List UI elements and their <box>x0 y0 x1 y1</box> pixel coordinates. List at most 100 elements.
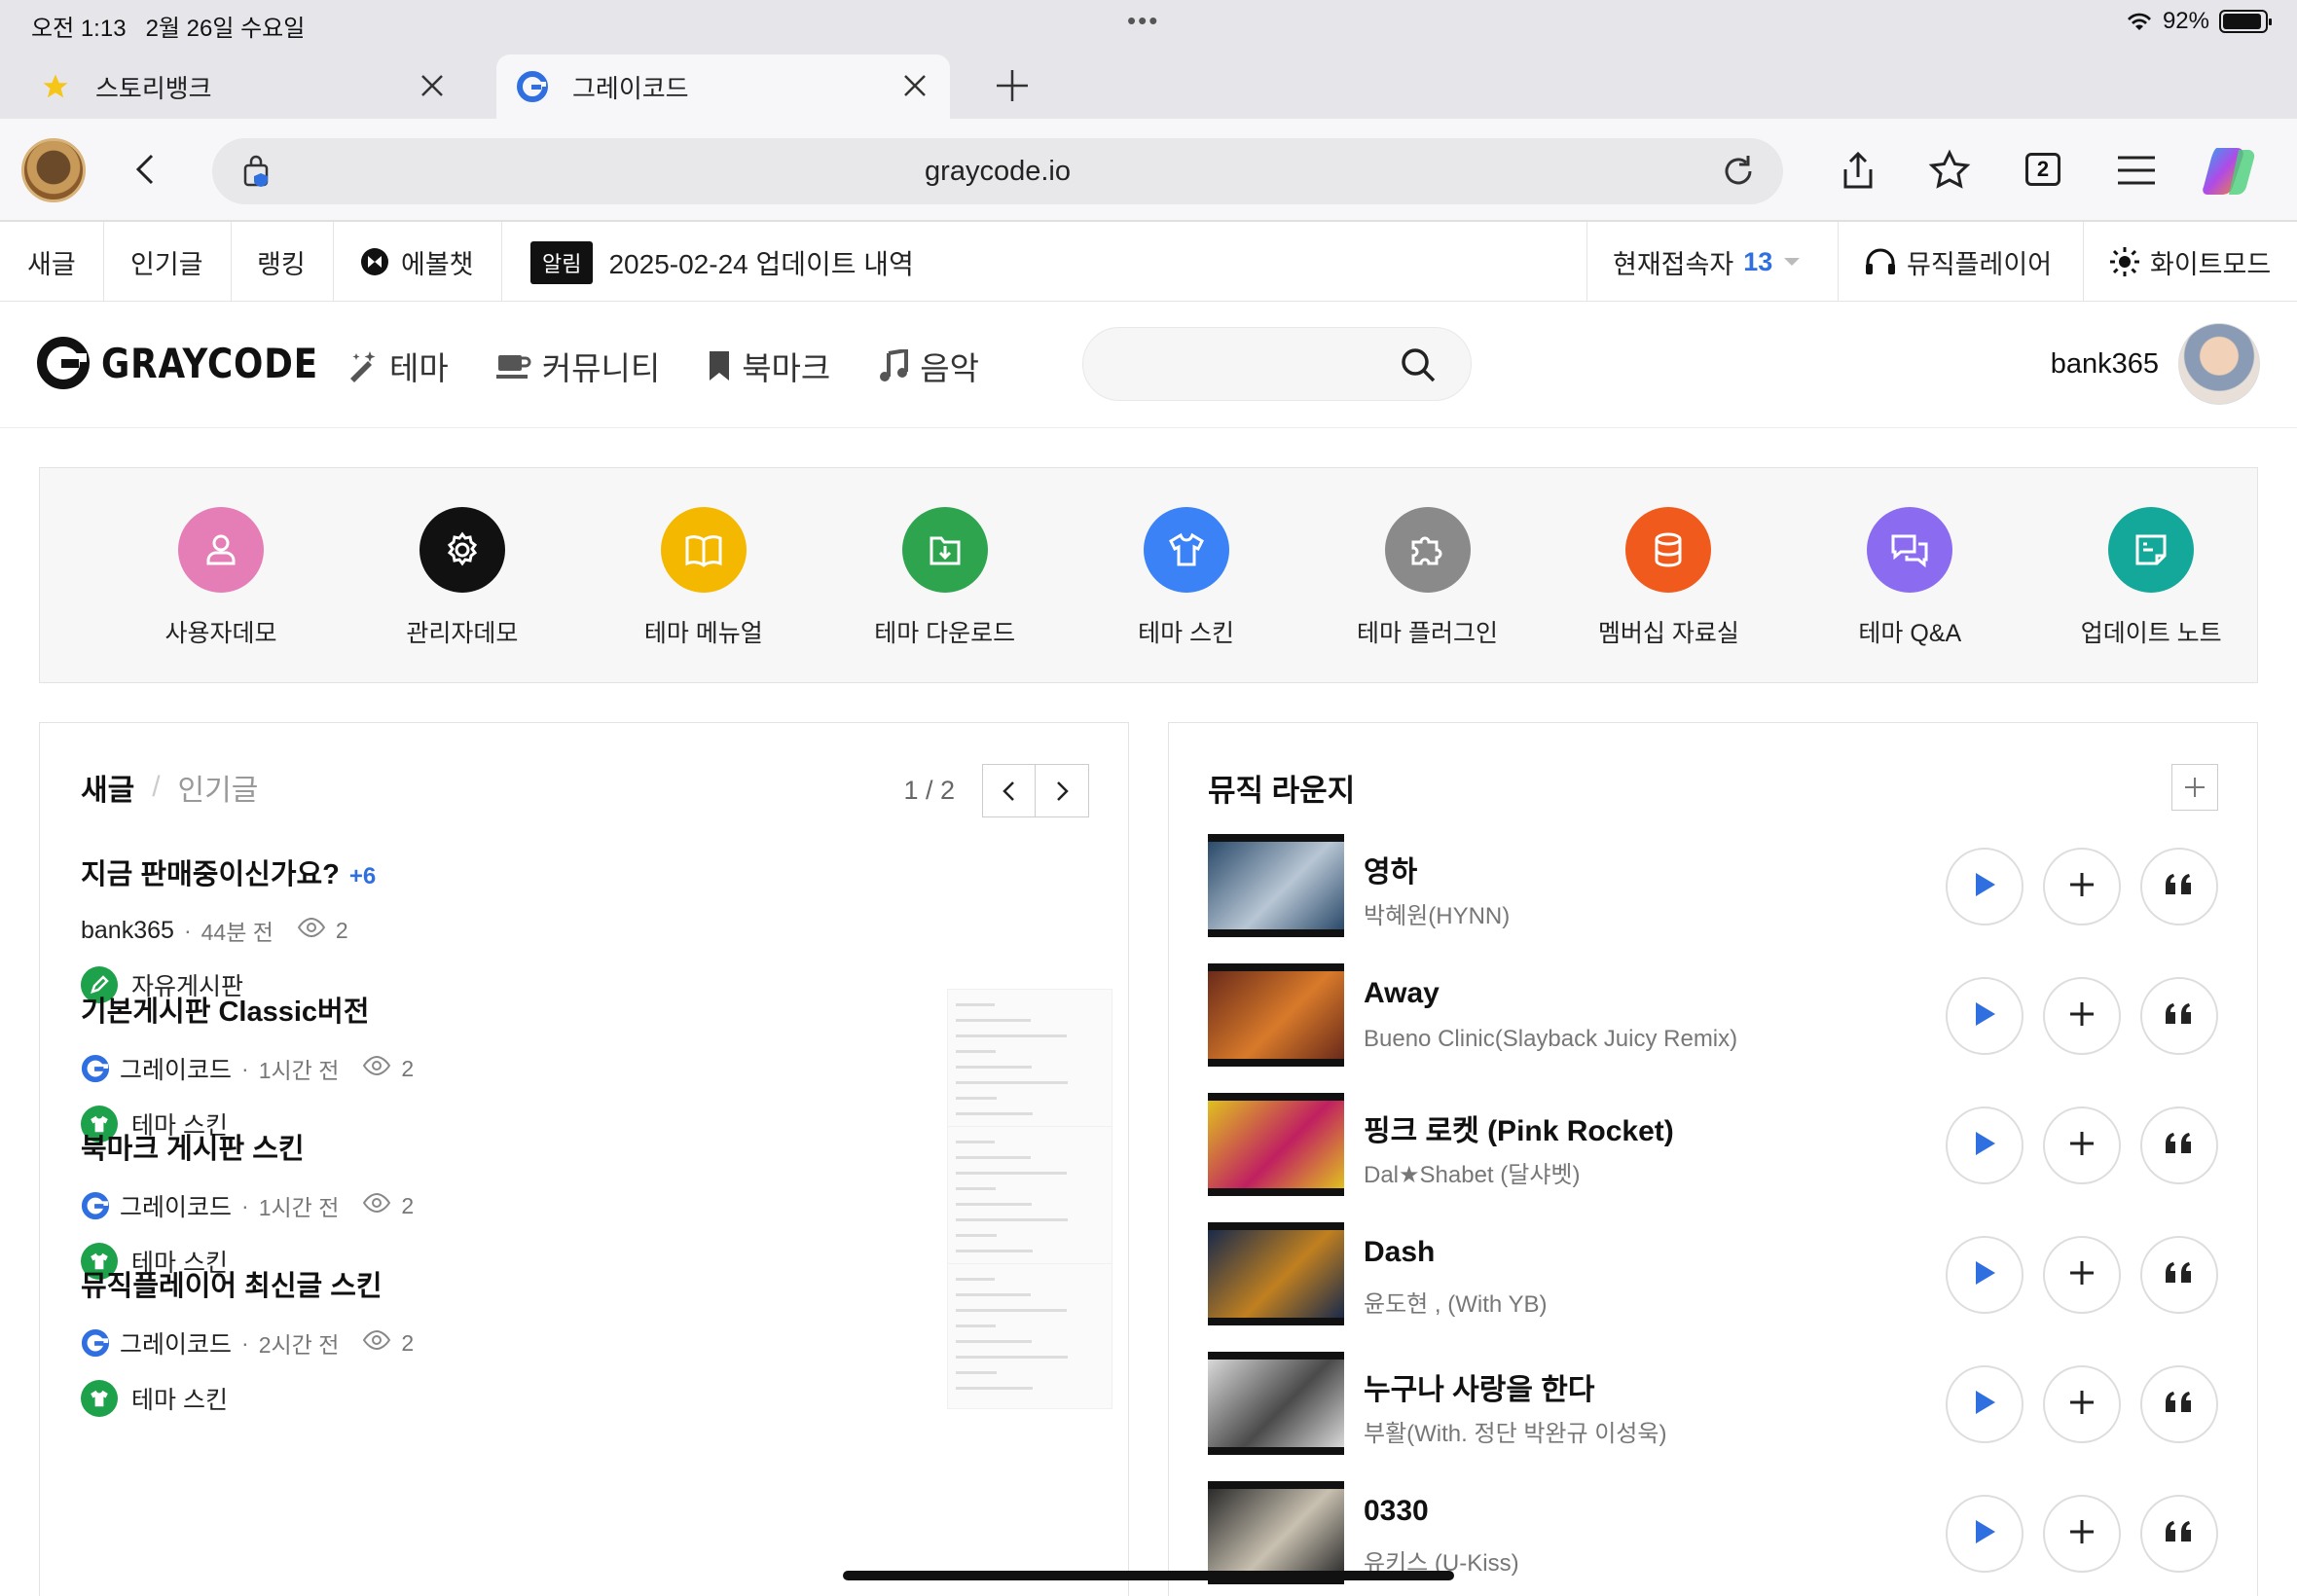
multitask-dots[interactable]: ••• <box>1127 6 1159 36</box>
song-item[interactable]: 0330 유키스 (U-Kiss) <box>1208 1481 2220 1584</box>
album-art[interactable] <box>1208 1352 1344 1455</box>
lyrics-button[interactable] <box>2140 1236 2218 1314</box>
song-item[interactable]: Away Bueno Clinic(Slayback Juicy Remix) <box>1208 963 2220 1067</box>
copilot-icon[interactable] <box>2200 140 2262 202</box>
browser-tab-graycode[interactable]: 그레이코드 <box>496 54 950 119</box>
browser-tab-storybank[interactable]: 스토리뱅크 <box>39 54 467 119</box>
post-title[interactable]: 지금 판매중이신가요? +6 <box>81 852 1112 892</box>
bookmark-star-icon[interactable] <box>1927 148 1972 193</box>
lyrics-button[interactable] <box>2140 977 2218 1055</box>
play-button[interactable] <box>1946 1365 2024 1443</box>
album-art[interactable] <box>1208 1481 1344 1584</box>
music-player-button[interactable]: 뮤직플레이어 <box>1838 222 2077 302</box>
post-author[interactable]: 그레이코드 <box>120 1325 232 1360</box>
new-tab-icon[interactable] <box>989 62 1036 109</box>
quick-menu-item[interactable]: 테마 스킨 <box>1066 507 1307 649</box>
lyrics-button[interactable] <box>2140 1365 2218 1443</box>
song-title[interactable]: 핑크 로켓 (Pink Rocket) <box>1364 1106 1674 1149</box>
nav-theme[interactable]: 테마 <box>346 343 449 389</box>
update-alert[interactable]: 알림 2025-02-24 업데이트 내역 <box>530 241 914 284</box>
song-title[interactable]: 누구나 사랑을 한다 <box>1364 1365 1594 1408</box>
add-to-playlist-button[interactable] <box>2043 1236 2121 1314</box>
song-item[interactable]: 누구나 사랑을 한다 부활(With. 정단 박완규 이성욱) <box>1208 1352 2220 1455</box>
play-button[interactable] <box>1946 1495 2024 1573</box>
quick-menu-item[interactable]: 멤버십 자료실 <box>1548 507 1789 649</box>
song-title[interactable]: Dash <box>1364 1236 1435 1269</box>
quick-menu-item[interactable]: 테마 Q&A <box>1789 507 2030 649</box>
song-item[interactable]: 영하 박혜원(HYNN) <box>1208 834 2220 937</box>
play-button[interactable] <box>1946 977 2024 1055</box>
tab-new-posts[interactable]: 새글 <box>81 766 134 809</box>
post-views: 2 <box>401 1192 415 1218</box>
close-tab-icon[interactable] <box>897 68 932 103</box>
tab-popular-posts[interactable]: 인기글 <box>178 766 259 809</box>
tab-separator: / <box>152 771 161 803</box>
quick-menu-label: 업데이트 노트 <box>2080 620 2222 647</box>
search-input[interactable] <box>1082 327 1472 401</box>
user-menu[interactable]: bank365 <box>2051 323 2260 405</box>
quote-icon <box>2164 1391 2195 1419</box>
tab-count-button[interactable]: 2 <box>2021 148 2065 193</box>
lyrics-button[interactable] <box>2140 848 2218 925</box>
post-author[interactable]: bank365 <box>81 917 174 945</box>
nav-music[interactable]: 음악 <box>877 343 979 389</box>
quick-menu-item[interactable]: 테마 메뉴얼 <box>583 507 824 649</box>
share-icon[interactable] <box>1836 148 1880 193</box>
quote-icon <box>2164 873 2195 901</box>
song-item[interactable]: 핑크 로켓 (Pink Rocket) Dal★Shabet (달샤벳) <box>1208 1093 2220 1196</box>
quick-menu-item[interactable]: 테마 플러그인 <box>1307 507 1549 649</box>
status-bar: 오전 1:13 2월 26일 수요일 ••• 92% <box>0 0 2297 45</box>
post-thumbnail[interactable] <box>947 1263 1112 1409</box>
add-to-playlist-button[interactable] <box>2043 1495 2121 1573</box>
back-icon[interactable] <box>127 150 165 189</box>
album-art[interactable] <box>1208 963 1344 1067</box>
url-field[interactable]: graycode.io <box>212 138 1783 204</box>
close-tab-icon[interactable] <box>415 68 450 103</box>
play-button[interactable] <box>1946 848 2024 925</box>
album-art[interactable] <box>1208 1093 1344 1196</box>
lyrics-button[interactable] <box>2140 1495 2218 1573</box>
add-to-playlist-button[interactable] <box>2043 1365 2121 1443</box>
profile-avatar[interactable] <box>21 138 86 202</box>
nav-ranking[interactable]: 랭킹 <box>230 222 334 302</box>
page-indicator: 1 / 2 <box>903 776 955 805</box>
post-thumbnail[interactable] <box>947 1126 1112 1272</box>
add-to-playlist-button[interactable] <box>2043 977 2121 1055</box>
song-item[interactable]: Dash 윤도현 , (With YB) <box>1208 1222 2220 1325</box>
reload-icon[interactable] <box>1719 152 1758 191</box>
menu-icon[interactable] <box>2114 148 2159 193</box>
nav-community[interactable]: 커뮤니티 <box>495 343 660 389</box>
white-mode-toggle[interactable]: 화이트모드 <box>2083 222 2297 302</box>
song-title[interactable]: Away <box>1364 977 1440 1010</box>
play-button[interactable] <box>1946 1106 2024 1184</box>
add-to-playlist-button[interactable] <box>2043 848 2121 925</box>
post-author[interactable]: 그레이코드 <box>120 1188 232 1223</box>
post-author[interactable]: 그레이코드 <box>120 1051 232 1086</box>
post-item[interactable]: 뮤직플레이어 최신글 스킨 그레이코드 · 2시간 전 2 테마 스킨 <box>81 1263 1112 1458</box>
nav-bookmark[interactable]: 북마크 <box>707 343 830 389</box>
graycode-logo-icon <box>81 1328 110 1358</box>
quick-menu-item[interactable]: 업데이트 노트 <box>2030 507 2272 649</box>
song-title[interactable]: 0330 <box>1364 1495 1429 1528</box>
add-playlist-button[interactable] <box>2171 764 2218 811</box>
next-page-button[interactable] <box>1036 764 1089 817</box>
album-art[interactable] <box>1208 834 1344 937</box>
nav-chat[interactable]: 에볼챗 <box>333 222 502 302</box>
post-thumbnail[interactable] <box>947 989 1112 1135</box>
shirt-icon <box>81 1380 118 1417</box>
quick-menu-item[interactable]: 테마 다운로드 <box>824 507 1066 649</box>
nav-popular-posts[interactable]: 인기글 <box>103 222 232 302</box>
album-art[interactable] <box>1208 1222 1344 1325</box>
nav-new-posts[interactable]: 새글 <box>0 222 104 302</box>
song-title[interactable]: 영하 <box>1364 848 1417 890</box>
quick-menu-item[interactable]: 관리자데모 <box>342 507 583 649</box>
search-icon[interactable] <box>1399 345 1438 384</box>
play-button[interactable] <box>1946 1236 2024 1314</box>
quick-menu-item[interactable]: 사용자데모 <box>100 507 342 649</box>
add-to-playlist-button[interactable] <box>2043 1106 2121 1184</box>
lyrics-button[interactable] <box>2140 1106 2218 1184</box>
song-artist: Bueno Clinic(Slayback Juicy Remix) <box>1364 1026 1738 1052</box>
graycode-logo[interactable]: GRAYCODE <box>37 337 356 389</box>
online-users[interactable]: 현재접속자 13 <box>1586 222 1838 302</box>
prev-page-button[interactable] <box>982 764 1036 817</box>
